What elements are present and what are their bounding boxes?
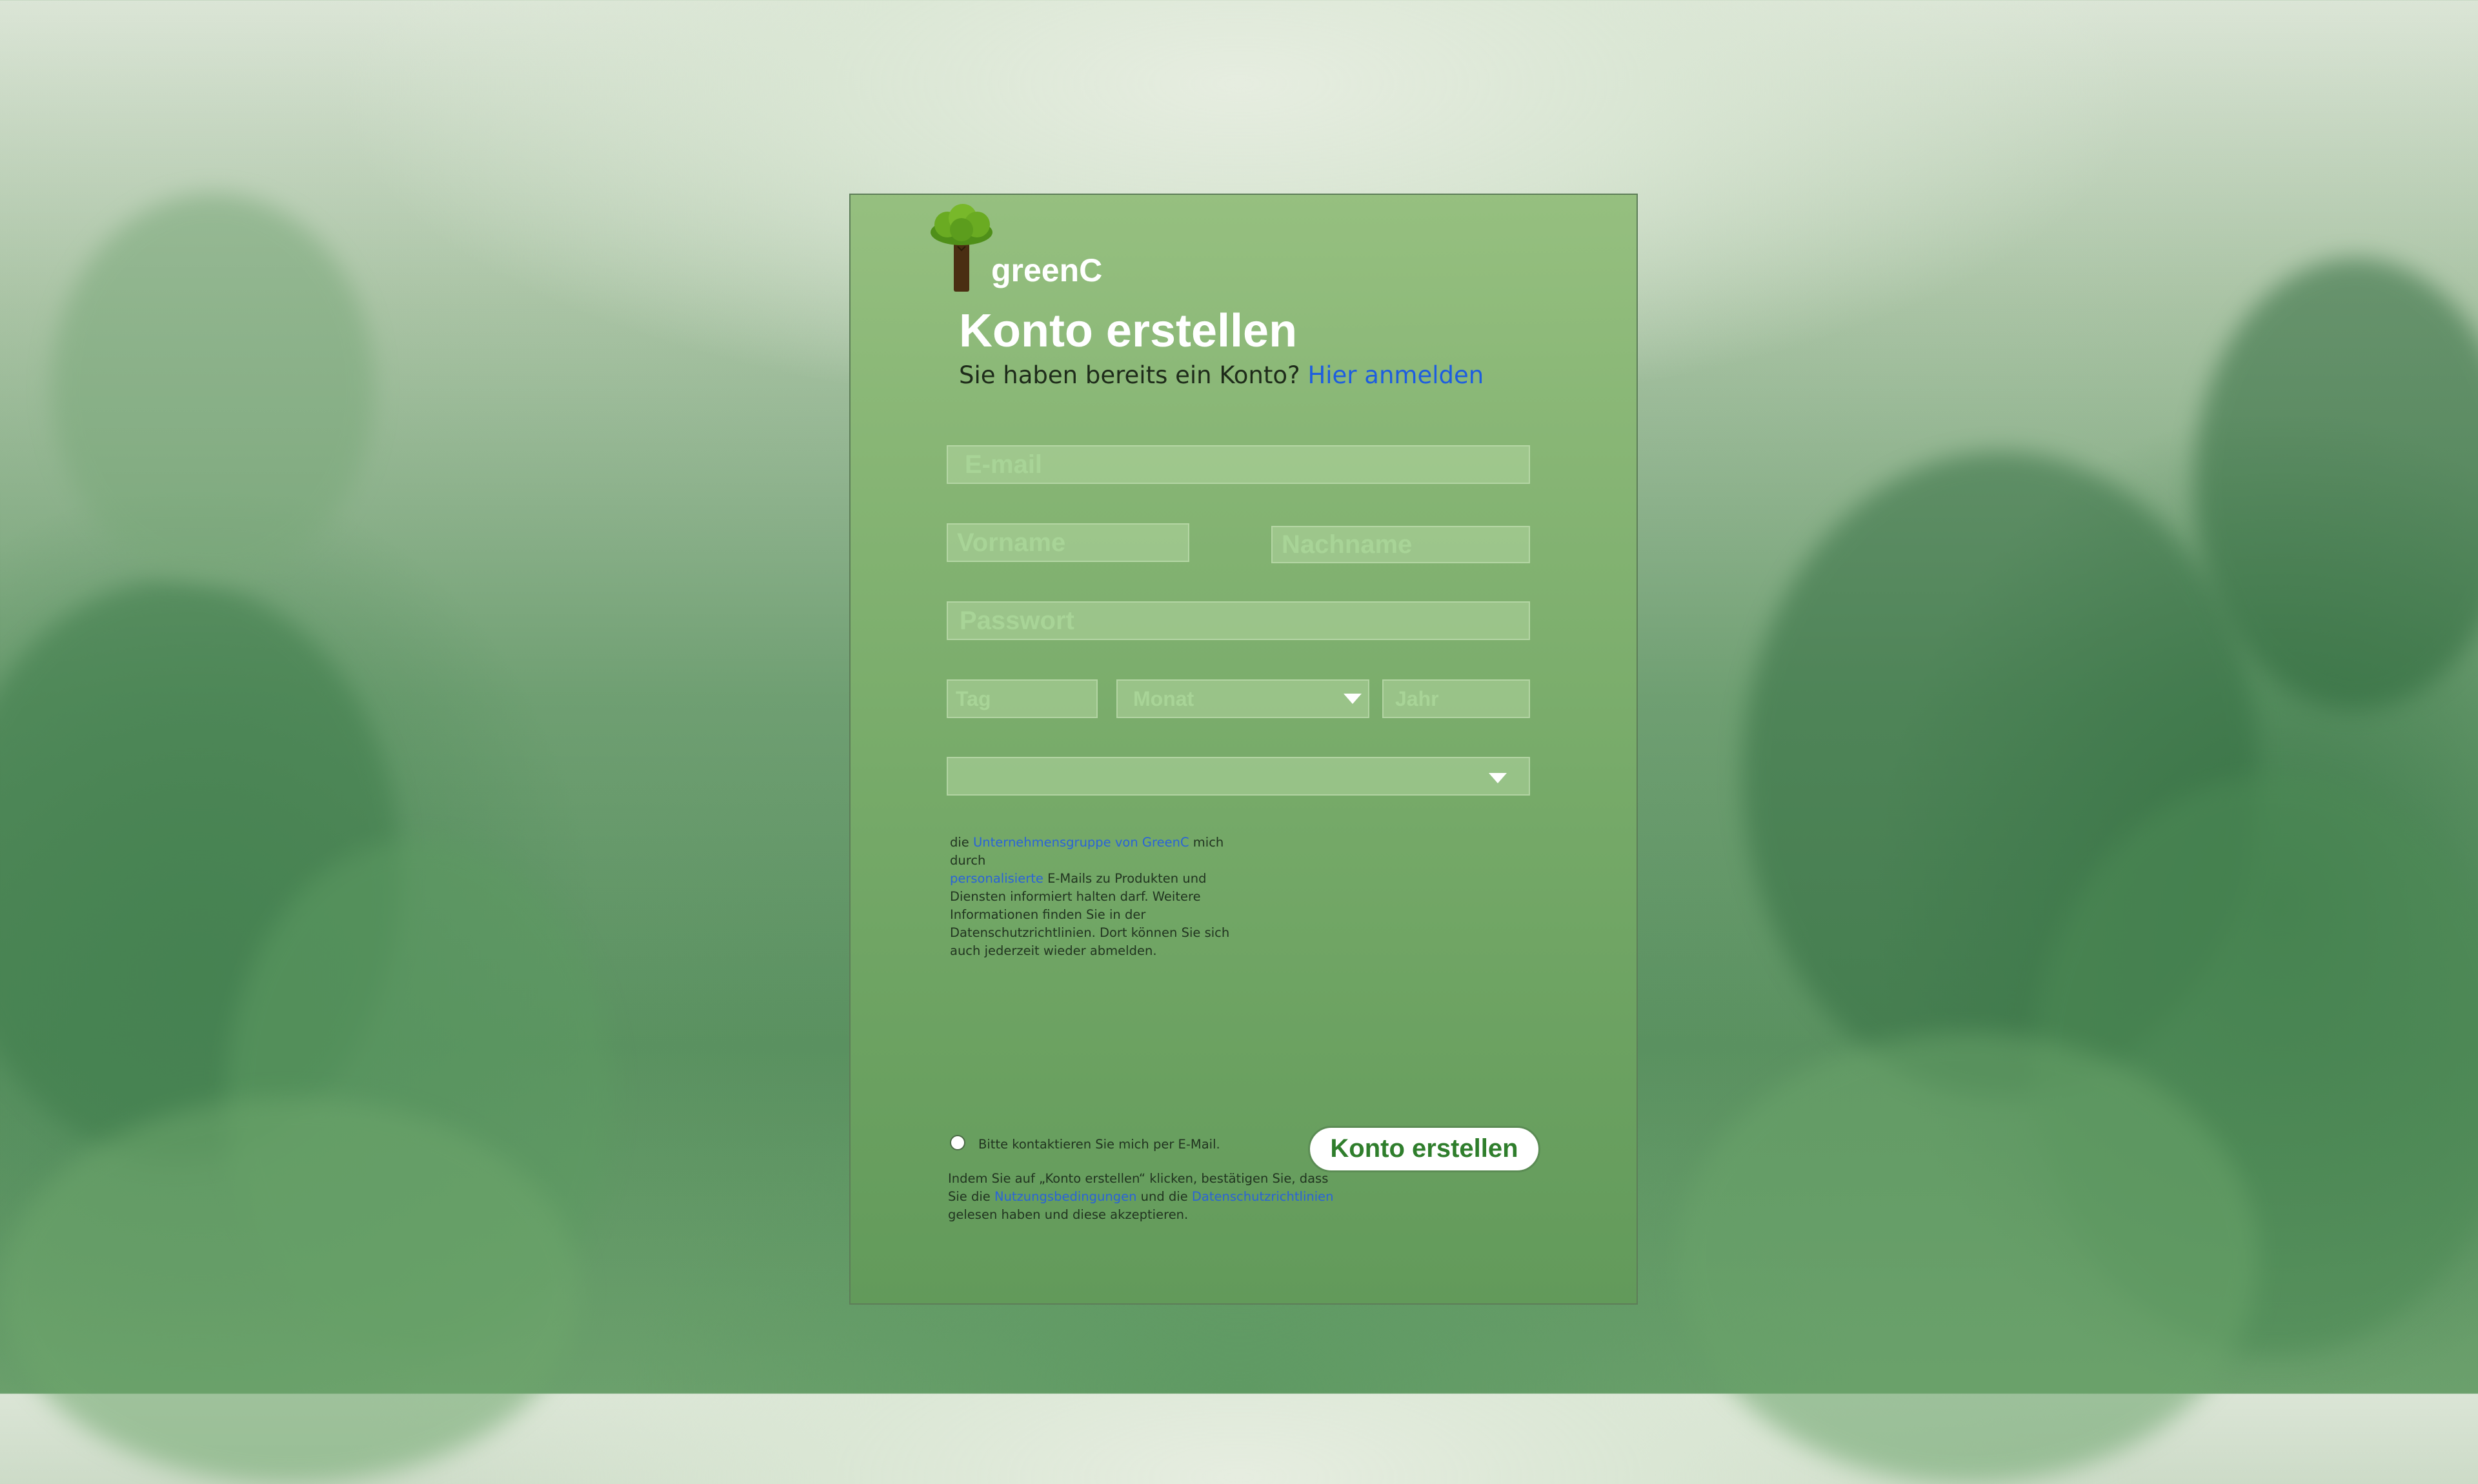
- tree-logo-icon: [931, 204, 992, 292]
- terms-text: Indem Sie auf „Konto erstellen“ klicken,…: [948, 1170, 1342, 1224]
- consent-text-part: die: [950, 835, 973, 850]
- brand-name: greenC: [991, 252, 1103, 288]
- login-link[interactable]: Hier anmelden: [1307, 361, 1484, 389]
- lastname-field[interactable]: [1271, 526, 1530, 563]
- birth-month-select[interactable]: Monat: [1116, 679, 1369, 718]
- login-prompt: Sie haben bereits ein Konto? Hier anmeld…: [959, 361, 1484, 389]
- consent-text: die Unternehmensgruppe von GreenC mich d…: [950, 834, 1253, 960]
- chevron-down-icon: [1489, 773, 1507, 783]
- signup-card: greenC Konto erstellen Sie haben bereits…: [849, 194, 1638, 1305]
- terms-of-use-link[interactable]: Nutzungsbedingungen: [994, 1189, 1136, 1204]
- birth-year-field[interactable]: [1382, 679, 1530, 718]
- company-group-link[interactable]: Unternehmensgruppe von GreenC: [973, 835, 1189, 850]
- login-prompt-text: Sie haben bereits ein Konto?: [959, 361, 1300, 389]
- create-account-button[interactable]: Konto erstellen: [1308, 1126, 1540, 1172]
- chevron-down-icon: [1344, 694, 1362, 704]
- email-contact-label: Bitte kontaktieren Sie mich per E-Mail.: [978, 1137, 1220, 1152]
- privacy-policy-link[interactable]: Datenschutzrichtlinien: [1192, 1189, 1334, 1204]
- birth-month-placeholder: Monat: [1133, 687, 1194, 710]
- page-title: Konto erstellen: [959, 305, 1298, 357]
- email-contact-radio[interactable]: [950, 1135, 965, 1150]
- birth-day-field[interactable]: [947, 679, 1098, 718]
- terms-text-part: und die: [1136, 1189, 1192, 1204]
- gender-select[interactable]: [947, 757, 1530, 796]
- email-field[interactable]: [947, 445, 1530, 484]
- firstname-field[interactable]: [947, 523, 1189, 562]
- password-field[interactable]: [947, 601, 1530, 640]
- personalized-link[interactable]: personalisierte: [950, 871, 1043, 886]
- terms-text-part: gelesen haben und diese akzeptieren.: [948, 1207, 1189, 1222]
